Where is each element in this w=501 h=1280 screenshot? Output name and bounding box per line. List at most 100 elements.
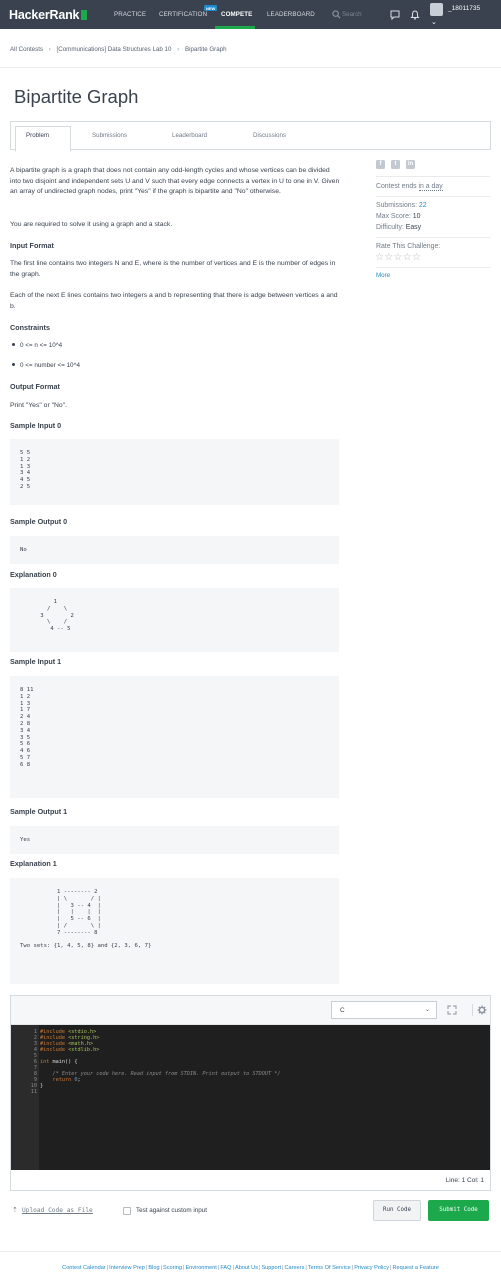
avatar[interactable] (430, 3, 443, 16)
rating-stars[interactable]: ☆☆☆☆☆ (375, 252, 421, 263)
tab-discussions[interactable]: Discussions (253, 132, 286, 139)
page-title: Bipartite Graph (14, 86, 139, 107)
sample-input-0: 5 5 1 2 1 3 3 4 4 5 2 5 (20, 450, 31, 490)
username[interactable]: _18011735 (448, 5, 480, 12)
new-badge: NEW (204, 5, 218, 11)
nav-certification[interactable]: CERTIFICATION (159, 11, 207, 18)
messages-icon[interactable] (390, 10, 400, 20)
sample-input-1: 8 11 1 2 1 3 1 7 2 4 2 8 3 4 3 5 5 6 4 6… (20, 687, 34, 768)
heading-explanation-0: Explanation 0 (10, 570, 57, 579)
breadcrumb: All Contests › [Communications] Data Str… (10, 46, 231, 53)
heading-sample-output-1: Sample Output 1 (10, 807, 68, 816)
divider (376, 237, 490, 238)
twitter-icon[interactable]: t (391, 160, 400, 169)
chevron-right-icon: › (48, 46, 51, 53)
gear-icon[interactable] (477, 1005, 487, 1015)
divider (0, 67, 501, 68)
tab-leaderboard[interactable]: Leaderboard (172, 132, 207, 139)
footer-link-interview-prep[interactable]: Interview Prep (109, 1265, 145, 1271)
linkedin-icon[interactable]: in (406, 160, 415, 169)
code-area[interactable]: 1 2 3 4 5 6 7 8 9 10 11 #include <stdio.… (11, 1025, 490, 1170)
notifications-bell-icon[interactable] (410, 10, 420, 20)
constraint-item: 0 <= number <= 10^4 (12, 362, 80, 369)
divider (376, 267, 490, 268)
active-nav-indicator (215, 26, 255, 29)
footer-link-environment[interactable]: Environment (185, 1265, 216, 1271)
footer-link-support[interactable]: Support (261, 1265, 281, 1271)
code-editor: C ⌄ 1 2 3 4 5 6 7 8 9 10 11 #include <st… (10, 995, 491, 1191)
rate-challenge-label: Rate This Challenge: (376, 243, 441, 250)
custom-input-label[interactable]: Test against custom input (136, 1207, 207, 1214)
divider (376, 176, 490, 177)
search-box (330, 9, 380, 20)
breadcrumb-current: Bipartite Graph (184, 46, 227, 53)
upload-code-link[interactable]: Upload Code as File (22, 1207, 93, 1214)
nav-compete[interactable]: COMPETE (221, 11, 252, 18)
more-link[interactable]: More (376, 272, 390, 279)
footer-link-scoring[interactable]: Scoring (163, 1265, 182, 1271)
sample-output-1-box: Yes (10, 826, 339, 854)
submissions-link[interactable]: 22 (419, 202, 427, 209)
explanation-0-box: 1 / \ 3 2 \ / 4 -- 5 (10, 588, 339, 652)
line-numbers: 1 2 3 4 5 6 7 8 9 10 11 (30, 1029, 37, 1096)
heading-constraints: Constraints (10, 323, 50, 332)
footer-links: Contest Calendar|Interview Prep|Blog|Sco… (62, 1265, 439, 1271)
footer-link-request-feature[interactable]: Request a Feature (392, 1265, 438, 1271)
facebook-icon[interactable]: f (376, 160, 385, 169)
submit-code-button[interactable]: Submit Code (428, 1200, 489, 1221)
nav-leaderboard[interactable]: LEADERBOARD (267, 11, 315, 18)
line-gutter: 1 2 3 4 5 6 7 8 9 10 11 (11, 1025, 39, 1170)
divider (376, 196, 490, 197)
input-format-line-1: The first line contains two integers N a… (10, 260, 336, 278)
explanation-1: 1 -------- 2 | \ / | | 3 -- 4 | | | | | … (20, 889, 152, 950)
heading-output-format: Output Format (10, 382, 60, 391)
divider (0, 1251, 501, 1252)
fullscreen-icon[interactable] (447, 1005, 457, 1015)
breadcrumb-contest[interactable]: [Communications] Data Structures Lab 10 (57, 46, 172, 53)
contest-ends: Contest ends in a day (376, 183, 443, 191)
sample-output-0: No (20, 547, 27, 553)
custom-input-checkbox[interactable] (123, 1207, 131, 1215)
problem-intro: A bipartite graph is a graph that does n… (10, 167, 340, 196)
logo-square-icon (81, 10, 88, 20)
tab-submissions[interactable]: Submissions (92, 132, 127, 139)
contest-ends-value: in a day (418, 183, 443, 191)
heading-sample-output-0: Sample Output 0 (10, 517, 68, 526)
sample-output-0-box: No (10, 536, 339, 564)
heading-sample-input-1: Sample Input 1 (10, 657, 62, 666)
upload-icon[interactable]: ⇡ (12, 1206, 18, 1214)
heading-input-format: Input Format (10, 241, 54, 250)
chevron-right-icon: › (177, 46, 180, 53)
footer-link-terms[interactable]: Terms Of Service (308, 1265, 351, 1271)
sample-input-1-box: 8 11 1 2 1 3 1 7 2 4 2 8 3 4 3 5 5 6 4 6… (10, 676, 339, 798)
toolbar-divider (472, 1004, 473, 1016)
footer-link-contest-calendar[interactable]: Contest Calendar (62, 1265, 106, 1271)
search-input[interactable] (342, 9, 380, 20)
footer-link-privacy[interactable]: Privacy Policy (354, 1265, 389, 1271)
constraint-item: 0 <= n <= 10^4 (12, 342, 62, 349)
nav-practice[interactable]: PRACTICE (114, 11, 146, 18)
editor-toolbar: C ⌄ (11, 996, 490, 1025)
footer-link-careers[interactable]: Careers (284, 1265, 304, 1271)
sample-output-1: Yes (20, 837, 31, 843)
submissions-count: Submissions: 22 (376, 202, 427, 209)
explanation-1-box: 1 -------- 2 | \ / | | 3 -- 4 | | | | | … (10, 878, 339, 984)
hackerrank-logo[interactable]: HackerRank (9, 8, 88, 22)
difficulty: Difficulty: Easy (376, 224, 422, 231)
footer-link-blog[interactable]: Blog (148, 1265, 159, 1271)
search-icon (332, 10, 341, 19)
explanation-0: 1 / \ 3 2 \ / 4 -- 5 (40, 599, 74, 633)
max-score: Max Score: 10 (376, 213, 421, 220)
run-code-button[interactable]: Run Code (373, 1200, 421, 1221)
language-select[interactable]: C ⌄ (331, 1001, 437, 1019)
footer-link-faq[interactable]: FAQ (220, 1265, 231, 1271)
heading-sample-input-0: Sample Input 0 (10, 421, 62, 430)
input-format-line-2: Each of the next E lines contains two in… (10, 292, 338, 310)
tab-active-indicator (15, 126, 71, 152)
tab-problem[interactable]: Problem (26, 132, 49, 139)
footer-link-about-us[interactable]: About Us (235, 1265, 258, 1271)
breadcrumb-all-contests[interactable]: All Contests (10, 46, 43, 53)
challenge-tabs: Problem Submissions Leaderboard Discussi… (10, 121, 491, 152)
chevron-down-icon[interactable]: ⌄ (431, 18, 437, 26)
code-content[interactable]: #include <stdio.h> #include <string.h> #… (40, 1029, 281, 1089)
